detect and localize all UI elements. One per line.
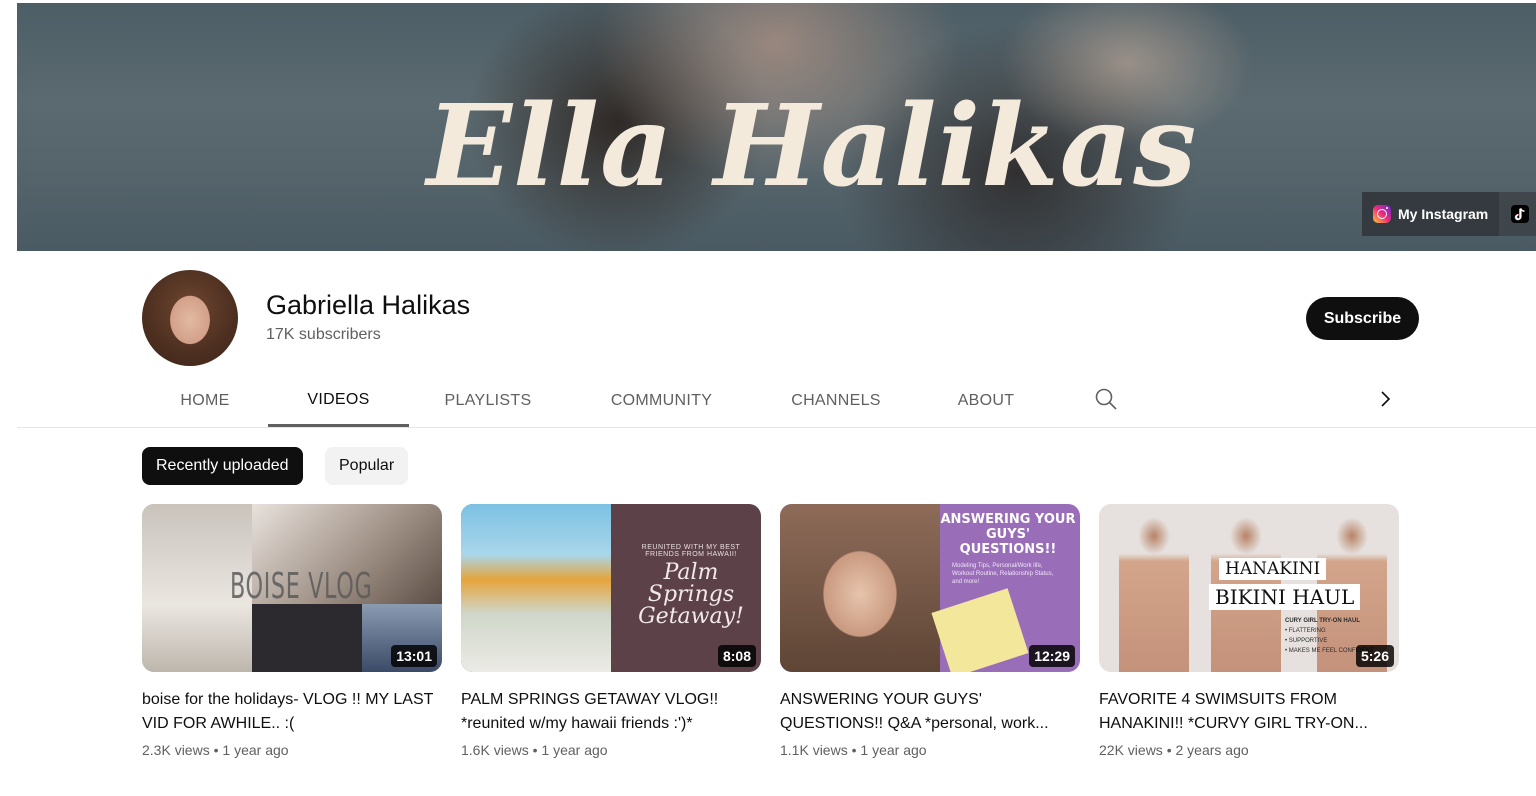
video-meta: 2.3K views • 1 year ago	[142, 742, 289, 758]
video-views: 1.1K views	[780, 742, 848, 758]
thumb-photo	[252, 604, 362, 672]
video-title[interactable]: boise for the holidays- VLOG !! MY LAST …	[142, 688, 442, 736]
video-duration: 8:08	[717, 645, 756, 667]
channel-avatar	[142, 270, 238, 366]
tabs-divider	[17, 427, 1536, 428]
video-age: 1 year ago	[541, 742, 608, 758]
video-thumbnail[interactable]: ANSWERING YOUR GUYS' QUESTIONS!! Modelin…	[780, 504, 1080, 672]
thumb-subtext: REUNITED WITH MY BEST FRIENDS FROM HAWAI…	[641, 544, 741, 558]
thumb-list-item: CURY GIRL TRY-ON HAUL	[1285, 618, 1361, 624]
subscribe-button[interactable]: Subscribe	[1306, 297, 1419, 340]
video-age: 1 year ago	[860, 742, 927, 758]
thumb-subtext: Modeling Tips, Personal/Work life, Worko…	[952, 563, 1054, 585]
video-meta: 1.6K views • 1 year ago	[461, 742, 608, 758]
chevron-right-icon[interactable]	[1374, 386, 1398, 412]
tab-channels[interactable]: CHANNELS	[756, 375, 916, 427]
video-title[interactable]: PALM SPRINGS GETAWAY VLOG!! *reunited w/…	[461, 688, 761, 736]
tab-home[interactable]: HOME	[142, 375, 268, 427]
channel-search-icon[interactable]	[1093, 386, 1119, 412]
instagram-icon	[1373, 205, 1391, 223]
instagram-link-label: My Instagram	[1398, 206, 1489, 222]
thumb-photo	[1119, 514, 1189, 672]
video-card[interactable]: BOISE VLOG 13:01 boise for the holidays-…	[142, 504, 442, 758]
video-thumbnail[interactable]: REUNITED WITH MY BEST FRIENDS FROM HAWAI…	[461, 504, 761, 672]
video-thumbnail[interactable]: HANAKINI BIKINI HAUL CURY GIRL TRY-ON HA…	[1099, 504, 1399, 672]
video-meta: 1.1K views • 1 year ago	[780, 742, 927, 758]
chip-popular[interactable]: Popular	[325, 447, 409, 485]
chip-recently-uploaded[interactable]: Recently uploaded	[142, 447, 303, 485]
tab-community[interactable]: COMMUNITY	[567, 375, 756, 427]
channel-banner: Ella Halikas My Instagram	[17, 3, 1536, 251]
thumb-text: HANAKINI	[1219, 558, 1327, 580]
tab-videos[interactable]: VIDEOS	[268, 375, 409, 427]
video-age: 2 years ago	[1175, 742, 1249, 758]
tab-about[interactable]: ABOUT	[916, 375, 1056, 427]
tiktok-link[interactable]	[1499, 192, 1536, 236]
video-age: 1 year ago	[222, 742, 289, 758]
video-views: 22K views	[1099, 742, 1163, 758]
video-thumbnail[interactable]: BOISE VLOG 13:01	[142, 504, 442, 672]
thumb-photo	[461, 504, 611, 672]
video-title[interactable]: FAVORITE 4 SWIMSUITS FROM HANAKINI!! *CU…	[1099, 688, 1399, 736]
video-card[interactable]: ANSWERING YOUR GUYS' QUESTIONS!! Modelin…	[780, 504, 1080, 758]
video-card[interactable]: REUNITED WITH MY BEST FRIENDS FROM HAWAI…	[461, 504, 761, 758]
tab-playlists[interactable]: PLAYLISTS	[409, 375, 567, 427]
video-meta: 22K views • 2 years ago	[1099, 742, 1249, 758]
thumb-text: ANSWERING YOUR GUYS' QUESTIONS!!	[940, 512, 1076, 557]
thumb-notepad	[931, 588, 1029, 672]
thumb-text: BOISE VLOG	[230, 566, 373, 607]
tiktok-icon	[1511, 205, 1529, 223]
video-duration: 12:29	[1029, 645, 1075, 667]
video-views: 1.6K views	[461, 742, 529, 758]
thumb-photo	[780, 504, 940, 672]
channel-name: Gabriella Halikas	[266, 290, 471, 320]
video-views: 2.3K views	[142, 742, 210, 758]
instagram-link[interactable]: My Instagram	[1362, 192, 1499, 236]
subscriber-count: 17K subscribers	[266, 326, 381, 343]
thumb-text: Palm Springs Getaway!	[638, 560, 744, 629]
thumb-text: BIKINI HAUL	[1209, 584, 1361, 610]
video-title[interactable]: ANSWERING YOUR GUYS' QUESTIONS!! Q&A *pe…	[780, 688, 1080, 736]
banner-links: My Instagram	[1362, 192, 1536, 236]
video-duration: 13:01	[391, 645, 437, 667]
thumb-list-item: • FLATTERING	[1285, 628, 1326, 634]
video-duration: 5:26	[1355, 645, 1394, 667]
video-card[interactable]: HANAKINI BIKINI HAUL CURY GIRL TRY-ON HA…	[1099, 504, 1399, 758]
banner-title: Ella Halikas	[426, 81, 1198, 212]
